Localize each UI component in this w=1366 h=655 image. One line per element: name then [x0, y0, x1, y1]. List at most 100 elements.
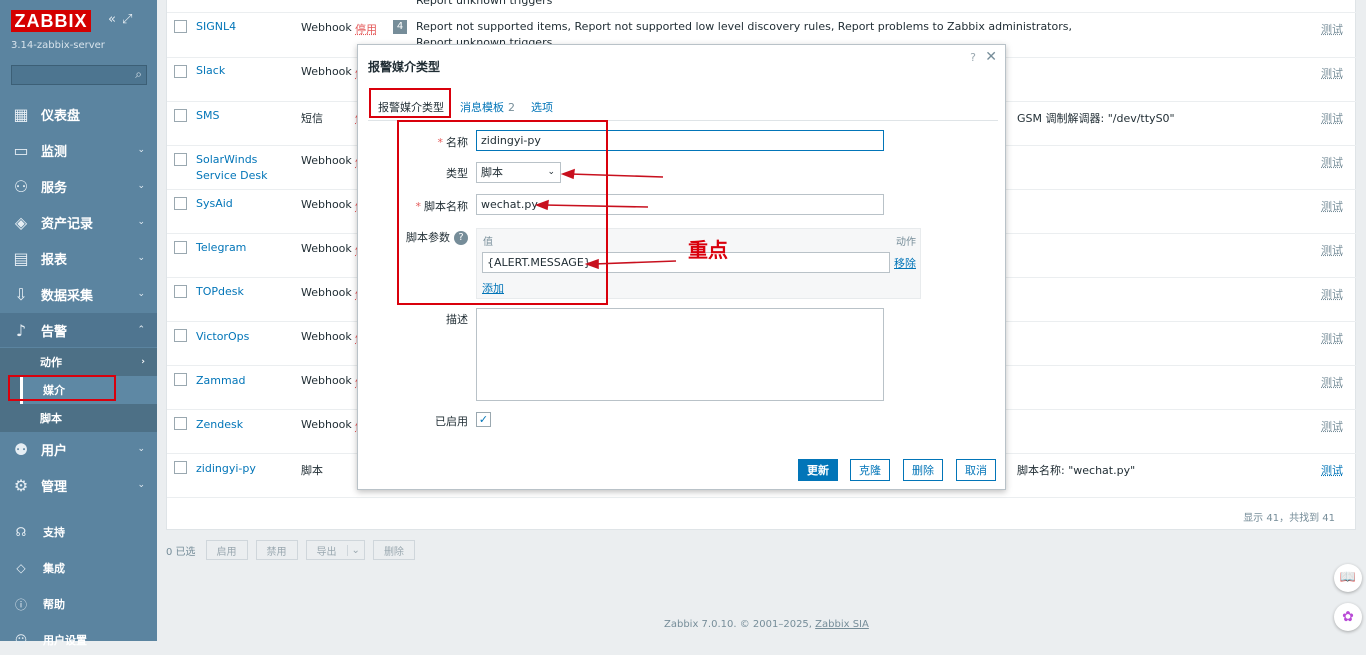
enabled-checkbox[interactable]: ✓	[476, 412, 491, 427]
copyright-text: Zabbix 7.0.10. © 2001–2025,	[664, 619, 816, 630]
book-icon[interactable]: 📖	[1334, 564, 1362, 592]
test-link[interactable]: 测试	[1321, 242, 1343, 258]
close-icon[interactable]: ✕	[985, 49, 997, 65]
nav-support[interactable]: ☊ 支持	[0, 517, 157, 547]
media-name-link[interactable]: SysAid	[196, 196, 296, 212]
nav-inventory[interactable]: ◈ 资产记录 ⌄	[0, 205, 157, 239]
submenu-actions[interactable]: 动作 ›	[20, 348, 157, 376]
table-count: 显示 41，共找到 41	[1243, 513, 1335, 524]
inventory-icon: ◈	[14, 212, 28, 232]
nav-reports[interactable]: ▤ 报表 ⌄	[0, 241, 157, 275]
disable-button[interactable]: 禁用	[255, 540, 298, 560]
delete-button[interactable]: 删除	[903, 459, 943, 481]
row-checkbox[interactable]	[174, 197, 187, 210]
row-checkbox[interactable]	[174, 461, 187, 474]
nav-services[interactable]: ⚇ 服务 ⌄	[0, 169, 157, 203]
media-name-link[interactable]: Zendesk	[196, 417, 296, 433]
test-link[interactable]: 测试	[1321, 330, 1343, 346]
company-link[interactable]: Zabbix SIA	[815, 619, 869, 630]
annotation-text: 重点	[688, 238, 728, 262]
zabbix-logo[interactable]: ZABBIX	[11, 10, 91, 32]
media-name-link[interactable]: VictorOps	[196, 329, 296, 345]
nav-label: 告警	[41, 324, 68, 340]
row-checkbox[interactable]	[174, 285, 187, 298]
test-link[interactable]: 测试	[1321, 198, 1343, 214]
nav-monitoring[interactable]: ▭ 监测 ⌄	[0, 133, 157, 167]
chevron-down-icon[interactable]: ⌄	[346, 544, 360, 556]
nav-user-settings[interactable]: ☺ 用户设置	[0, 625, 157, 655]
row-checkbox[interactable]	[174, 373, 187, 386]
media-type: Webhook	[301, 286, 352, 299]
media-name-link[interactable]: Slack	[196, 63, 296, 79]
search-icon[interactable]: ⌕	[135, 67, 142, 82]
row-checkbox[interactable]	[174, 329, 187, 342]
tab-message-templates[interactable]: 消息模板 2	[460, 99, 515, 115]
nav-users[interactable]: ⚉ 用户 ⌄	[0, 432, 157, 466]
sidebar-search-input[interactable]: ⌕	[11, 65, 147, 85]
row-checkbox[interactable]	[174, 109, 187, 122]
test-link[interactable]: 测试	[1321, 374, 1343, 390]
delete-button[interactable]: 删除	[372, 540, 415, 560]
chevron-down-icon: ⌄	[137, 217, 145, 227]
description-textarea[interactable]	[476, 308, 884, 401]
highlight-box	[8, 375, 116, 401]
user-settings-icon: ☺	[14, 633, 28, 647]
row-checkbox[interactable]	[174, 153, 187, 166]
actions-text: Report unknown triggers	[416, 0, 553, 7]
media-name-link[interactable]: Zammad	[196, 373, 296, 389]
nav-label: 服务	[41, 180, 68, 196]
test-link[interactable]: 测试	[1321, 286, 1343, 302]
row-checkbox[interactable]	[174, 20, 187, 33]
row-checkbox[interactable]	[174, 65, 187, 78]
sidebar-controls: «⤢	[108, 12, 138, 27]
nav-alerts[interactable]: ♪ 告警 ⌃	[0, 313, 157, 347]
status-link[interactable]: 停用	[355, 21, 377, 37]
bell-icon: ♪	[15, 320, 27, 340]
monitoring-icon: ▭	[13, 140, 29, 160]
media-type: Webhook	[301, 21, 352, 34]
nav-data-collection[interactable]: ⇩ 数据采集 ⌄	[0, 277, 157, 311]
test-link[interactable]: 测试	[1321, 154, 1343, 170]
media-type: Webhook	[301, 418, 352, 431]
nav-label: 监测	[41, 144, 68, 160]
integrations-icon: ◇	[16, 561, 26, 575]
export-button[interactable]: 导出 ⌄	[305, 540, 365, 560]
test-link[interactable]: 测试	[1321, 21, 1343, 37]
clone-button[interactable]: 克隆	[850, 459, 890, 481]
nav-integrations[interactable]: ◇ 集成	[0, 553, 157, 583]
submenu-scripts[interactable]: 脚本	[20, 404, 157, 432]
test-link[interactable]: 测试	[1321, 462, 1343, 478]
test-link[interactable]: 测试	[1321, 65, 1343, 81]
nav-administration[interactable]: ⚙ 管理 ⌄	[0, 468, 157, 502]
cancel-button[interactable]: 取消	[956, 459, 996, 481]
media-name-link[interactable]: SMS	[196, 108, 296, 124]
nav-label: 资产记录	[41, 216, 94, 232]
tab-options[interactable]: 选项	[531, 99, 553, 115]
table-row: Report unknown triggers	[167, 0, 1357, 13]
media-name-link[interactable]: SIGNL4	[196, 19, 296, 35]
remove-param-link[interactable]: 移除	[894, 255, 916, 271]
help-icon[interactable]: ?	[970, 51, 976, 64]
brain-icon[interactable]: ✿	[1334, 603, 1362, 631]
kiosk-icon[interactable]: ⤢	[122, 12, 138, 27]
test-link[interactable]: 测试	[1321, 418, 1343, 434]
row-checkbox[interactable]	[174, 241, 187, 254]
media-name-link[interactable]: TOPdesk	[196, 284, 296, 300]
chevron-down-icon: ⌄	[137, 181, 145, 191]
media-name-link[interactable]: zidingyi-py	[196, 461, 296, 477]
media-name-link[interactable]: Telegram	[196, 240, 296, 256]
selected-count: 0 已选	[166, 546, 196, 558]
submenu-label: 脚本	[40, 412, 62, 425]
test-link[interactable]: 测试	[1321, 110, 1343, 126]
update-button[interactable]: 更新	[798, 459, 838, 481]
row-checkbox[interactable]	[174, 417, 187, 430]
enable-button[interactable]: 启用	[205, 540, 248, 560]
media-type: Webhook	[301, 330, 352, 343]
chevron-down-icon: ⌄	[137, 444, 145, 454]
nav-help[interactable]: ⓘ 帮助	[0, 589, 157, 619]
headset-icon: ☊	[15, 525, 27, 539]
description-label: 描述	[446, 313, 468, 326]
media-name-link[interactable]: SolarWinds Service Desk	[196, 152, 296, 184]
nav-dashboard[interactable]: ▦ 仪表盘	[0, 97, 157, 131]
collapse-icon[interactable]: «	[108, 12, 122, 27]
